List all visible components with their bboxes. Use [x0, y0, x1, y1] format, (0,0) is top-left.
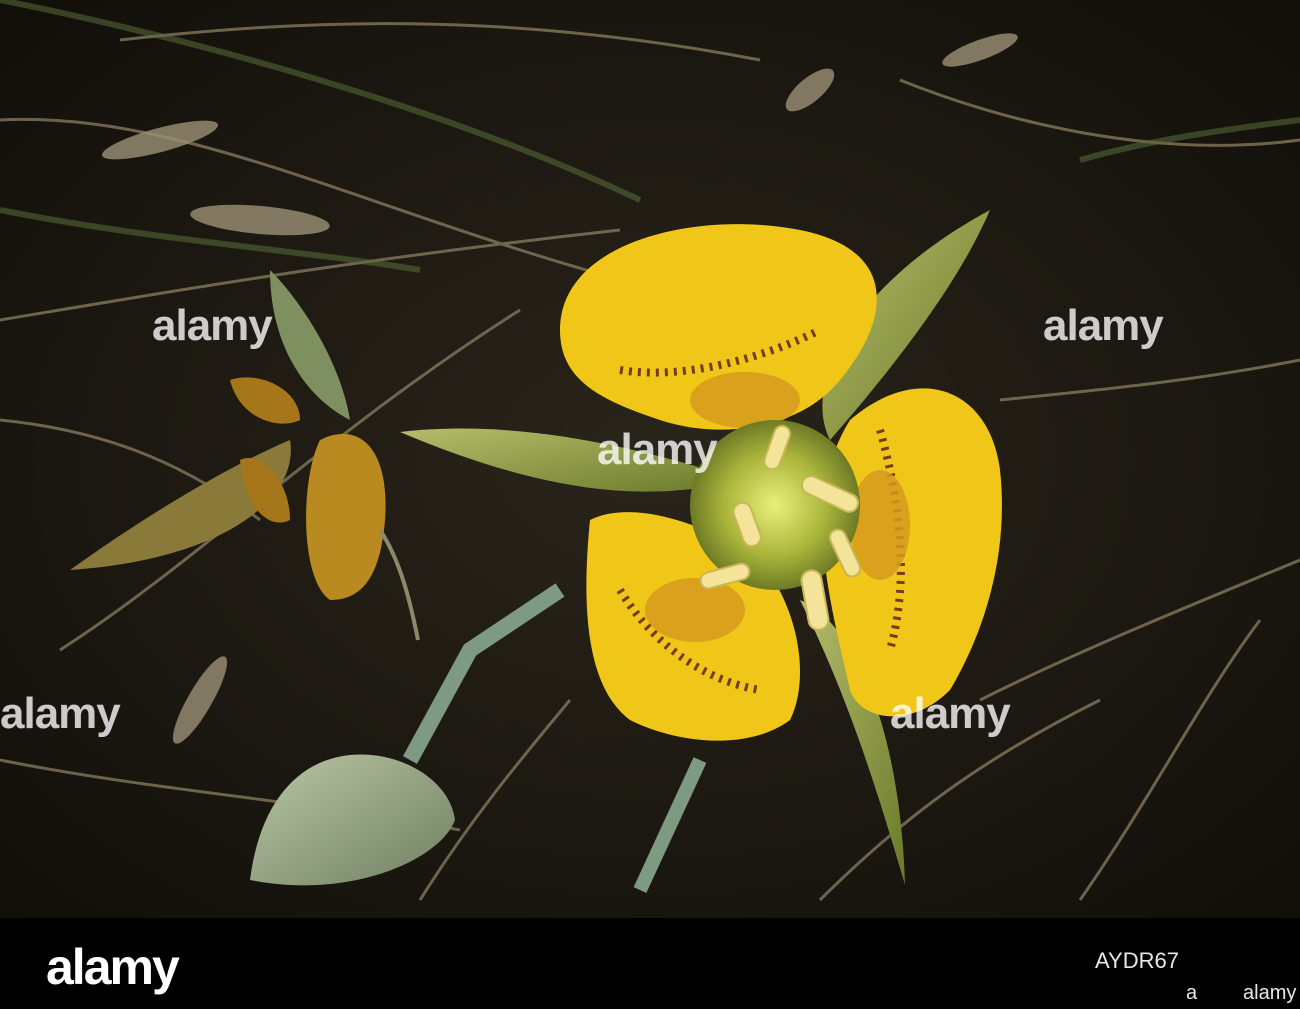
watermark: alamy	[597, 425, 718, 474]
image-id-code: AYDR67	[1095, 948, 1179, 973]
brand-name: alamy	[1243, 982, 1297, 1004]
stock-photo-page: alamy alamy alamy alamy alamy alamy AYDR…	[0, 0, 1300, 1009]
watermark: alamy	[0, 689, 121, 738]
watermark: alamy	[152, 301, 273, 350]
flower-photo: alamy alamy alamy alamy alamy	[0, 0, 1300, 918]
alamy-logo: alamy	[46, 939, 180, 995]
watermark: alamy	[890, 689, 1011, 738]
watermark: alamy	[1043, 301, 1164, 350]
brand-mark-letter: a	[1186, 982, 1198, 1004]
